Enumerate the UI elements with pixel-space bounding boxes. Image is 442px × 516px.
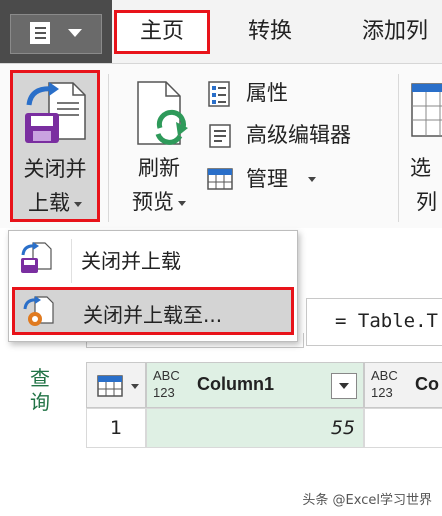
file-menu-button[interactable] [0, 0, 112, 63]
choose-columns-label-2: 列 [416, 190, 437, 214]
choose-columns-button[interactable]: 选 列 [404, 74, 442, 224]
tab-add-column[interactable]: 添加列 [340, 10, 442, 54]
properties-button[interactable]: 属性 [206, 78, 396, 108]
type-any-icon: ABC 123 [153, 368, 180, 400]
formula-bar[interactable]: = Table.T [306, 298, 442, 346]
close-and-load-to-icon [23, 296, 54, 326]
chevron-down-icon [308, 177, 316, 182]
data-grid: ABC 123 Column1 ABC 123 Co 1 55 [86, 362, 442, 454]
watermark: 头条 @Excel学习世界 [302, 493, 432, 508]
queries-pane-label[interactable]: 查询 [28, 366, 52, 414]
formula-text: = Table.T [335, 310, 438, 332]
chevron-down-icon [131, 384, 139, 389]
table-icon [97, 375, 123, 397]
menu-item-close-and-load[interactable]: 关闭并上载 [9, 233, 295, 283]
column-filter-button[interactable] [331, 373, 357, 399]
column-name: Co [415, 374, 439, 394]
advanced-editor-button[interactable]: 高级编辑器 [206, 120, 396, 150]
table-cell[interactable]: 55 [146, 408, 364, 448]
ribbon-divider [108, 74, 109, 222]
tab-transform[interactable]: 转换 [228, 10, 312, 54]
menu-item-label: 关闭并上载 [81, 249, 181, 273]
chevron-down-icon [68, 29, 82, 37]
ribbon-divider [398, 74, 399, 222]
table-icon [207, 168, 233, 190]
document-icon [30, 22, 50, 44]
table-menu-button[interactable] [86, 362, 146, 408]
refresh-label-2: 预览 [118, 186, 200, 216]
close-and-load-label-1: 关闭并 [23, 157, 87, 181]
menu-item-close-and-load-to[interactable]: 关闭并上载至... [12, 287, 294, 335]
menu-item-label: 关闭并上载至... [83, 303, 223, 327]
columns-icon [411, 83, 442, 137]
choose-columns-label-1: 选 [410, 156, 431, 180]
advanced-editor-label: 高级编辑器 [246, 123, 351, 147]
close-and-load-button[interactable]: 关闭并 上载 [10, 70, 100, 222]
manage-button[interactable]: 管理 [206, 164, 396, 194]
type-any-icon: ABC 123 [371, 368, 398, 400]
menu-divider [71, 239, 72, 283]
close-and-load-icon [21, 242, 52, 273]
properties-icon [208, 81, 230, 107]
close-and-load-label-2: 上载 [13, 187, 97, 217]
close-and-load-icon [25, 82, 86, 143]
editor-icon [209, 124, 231, 148]
tab-home[interactable]: 主页 [114, 10, 210, 54]
column-name: Column1 [197, 374, 275, 394]
column-header-column2[interactable]: ABC 123 Co [364, 362, 442, 408]
chevron-down-icon [178, 200, 186, 206]
chevron-down-icon [74, 201, 82, 207]
table-cell[interactable] [364, 408, 442, 448]
manage-label: 管理 [246, 167, 288, 191]
close-and-load-menu: 关闭并上载 关闭并上载至... [8, 230, 298, 342]
column-header-column1[interactable]: ABC 123 Column1 [146, 362, 364, 408]
refresh-icon [137, 81, 188, 145]
chevron-down-icon [339, 383, 349, 389]
properties-label: 属性 [246, 81, 288, 105]
refresh-label-1: 刷新 [138, 156, 180, 180]
row-number: 1 [86, 408, 146, 448]
refresh-preview-button[interactable]: 刷新 预览 [118, 74, 200, 224]
